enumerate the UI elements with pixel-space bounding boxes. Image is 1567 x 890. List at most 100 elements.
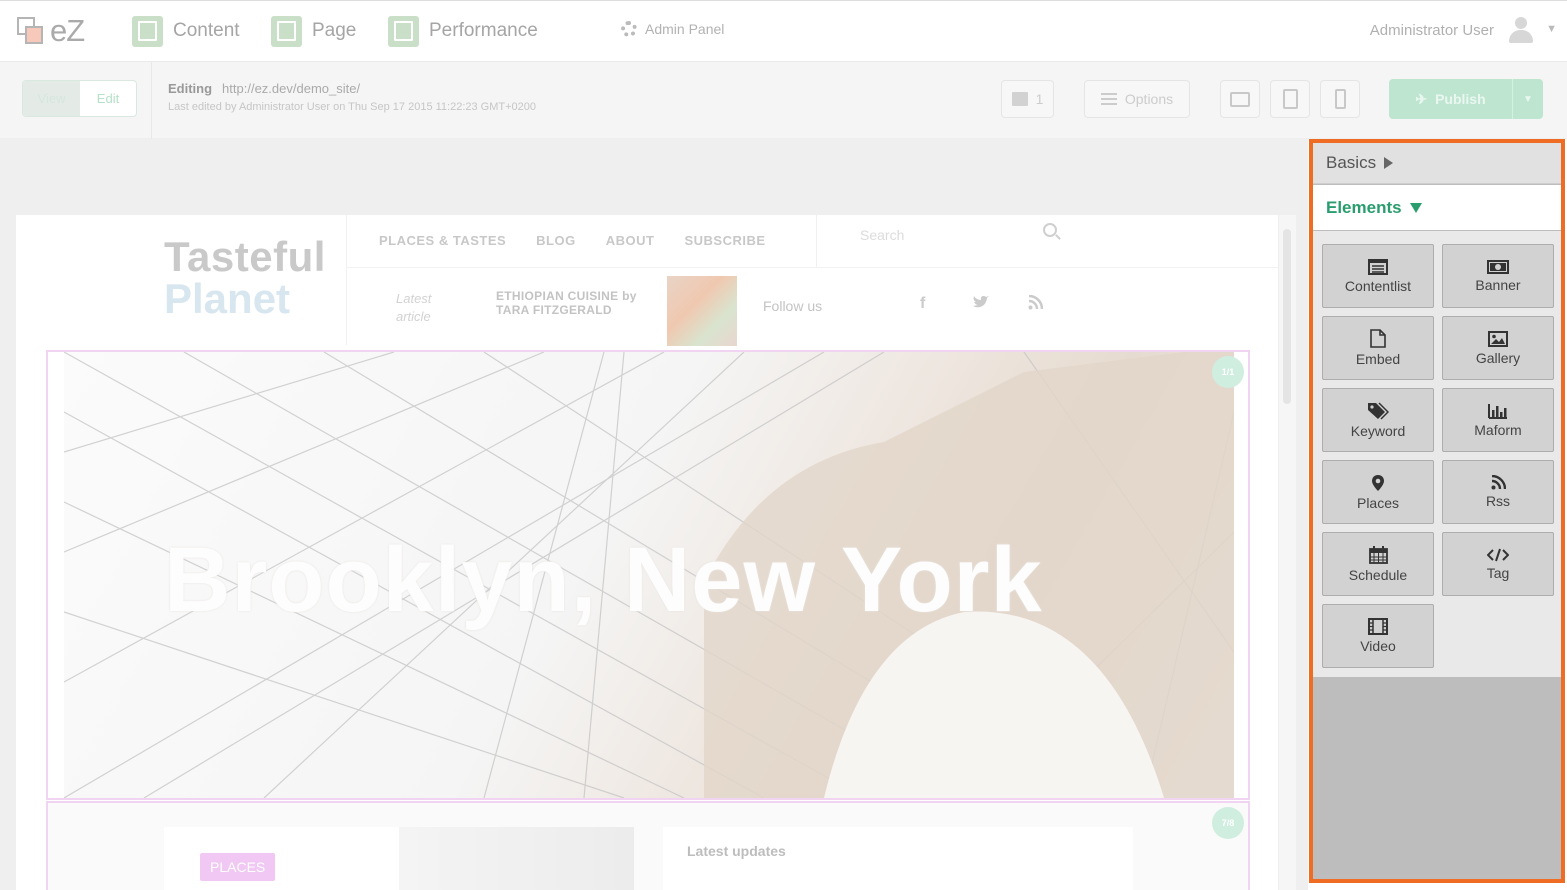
editing-info: Editing http://ez.dev/demo_site/ [168,81,360,96]
site-nav-subscribe[interactable]: SUBSCRIBE [684,233,765,248]
maform-icon [1488,403,1507,419]
caret-right-icon [1384,157,1394,169]
options-button[interactable]: Options [1084,80,1190,118]
brand-line2: Planet [164,275,291,322]
mobile-preview-button[interactable] [1320,80,1360,118]
search-icon[interactable] [1043,223,1057,237]
blocks-sidebar: Basics Elements Contentlist Banner Embed [1309,139,1565,883]
options-label: Options [1124,91,1174,107]
publish-button-group: ✈ Publish ▼ [1389,79,1543,119]
block-tag[interactable]: Tag [1442,532,1554,596]
block-banner[interactable]: Banner [1442,244,1554,308]
gallery-icon [1488,330,1508,347]
block-schedule[interactable]: Schedule [1322,532,1434,596]
latest-article-label: Latest article [396,290,431,326]
drafts-button[interactable]: 1 [1001,80,1054,118]
basics-label: Basics [1326,153,1377,172]
editing-url: http://ez.dev/demo_site/ [222,81,361,96]
brand-line1: Tasteful [164,233,326,280]
tag-icon [1487,548,1509,561]
view-edit-toggle: View Edit [22,80,137,117]
block-places-label: Places [1356,494,1400,511]
preview-scrollbar[interactable] [1278,215,1296,890]
desktop-icon [1230,91,1250,107]
places-card[interactable]: PLACES [164,827,634,890]
block-video[interactable]: Video [1322,604,1434,668]
edit-toolbar: View Edit Editing http://ez.dev/demo_site… [0,62,1567,139]
site-nav-blog[interactable]: BLOG [536,233,576,248]
block-gallery-label: Gallery [1475,349,1521,366]
block-maform[interactable]: Maform [1442,388,1554,452]
latest-article-title[interactable]: ETHIOPIAN CUISINE by TARA FITZGERALD [496,289,646,317]
rss-feed-icon[interactable] [1028,294,1044,315]
latest-label-line1: Latest [396,291,432,306]
places-tag[interactable]: PLACES [200,853,276,881]
block-embed-label: Embed [1355,351,1401,367]
schedule-icon [1368,545,1388,564]
hero-block-badge: 1/1 [1212,356,1244,388]
desktop-preview-button[interactable] [1220,80,1260,118]
page-icon [271,15,302,47]
publish-label: Publish [1435,91,1486,107]
user-menu[interactable]: Administrator User [1370,17,1534,43]
block-schedule-label: Schedule [1348,566,1408,583]
mobile-icon [1334,89,1346,109]
card-photo [399,827,634,890]
hero-image: Brooklyn, New York [64,352,1234,798]
block-video-label: Video [1360,638,1396,654]
admin-panel-label: Admin Panel [645,21,725,37]
ez-logo[interactable]: eZ [17,13,97,48]
divider [346,215,347,345]
block-places[interactable]: Places [1322,460,1434,524]
chevron-down-icon[interactable]: ▼ [1546,23,1557,35]
divider [151,62,152,139]
nav-content-label: Content [173,20,240,41]
avatar [1508,17,1534,43]
caret-down-icon [1409,202,1422,213]
block-rss-label: Rss [1485,493,1511,509]
facebook-icon[interactable]: f [920,295,925,313]
editing-label: Editing [168,81,213,96]
block-contentlist[interactable]: Contentlist [1322,244,1434,308]
block-keyword[interactable]: Keyword [1322,388,1434,452]
hero-block[interactable]: Brooklyn, New York 1/1 [46,350,1250,800]
video-icon [1368,618,1388,635]
publish-button[interactable]: ✈ Publish [1389,91,1512,108]
places-icon [1372,474,1384,491]
content-block[interactable]: PLACES Latest updates 7/8 [46,801,1250,890]
site-nav-about[interactable]: ABOUT [606,233,655,248]
site-search-input[interactable]: Search [860,227,904,243]
contentlist-icon [1368,258,1388,275]
nav-page[interactable]: Page [271,14,356,48]
twitter-icon[interactable] [972,295,990,315]
elements-section-header[interactable]: Elements [1313,185,1561,230]
site-nav-places[interactable]: PLACES & TASTES [379,233,506,248]
view-button[interactable]: View [23,81,80,116]
nav-content[interactable]: Content [132,14,240,48]
edit-button[interactable]: Edit [80,81,136,116]
divider [346,267,1280,268]
follow-us-label: Follow us [763,298,823,314]
nav-page-label: Page [312,20,357,41]
content-block-badge: 7/8 [1212,807,1244,839]
last-edited-text: Last edited by Administrator User on Thu… [168,101,537,113]
tablet-preview-button[interactable] [1270,80,1310,118]
publish-dropdown-chevron-icon[interactable]: ▼ [1512,79,1543,119]
elements-grid: Contentlist Banner Embed Gallery Keyword… [1313,231,1561,677]
divider [816,215,817,267]
block-maform-label: Maform [1474,421,1522,438]
drawer-icon [1011,92,1028,106]
rocket-icon: ✈ [1415,90,1428,107]
nav-performance[interactable]: Performance [388,14,538,48]
admin-panel-link[interactable]: Admin Panel [621,21,724,37]
block-gallery[interactable]: Gallery [1442,316,1554,380]
top-navigation: eZ Content Page Performance Admin Panel … [0,0,1567,62]
block-embed[interactable]: Embed [1322,316,1434,380]
block-rss[interactable]: Rss [1442,460,1554,524]
menu-icon [1100,93,1117,105]
latest-label-line2: article [396,309,431,324]
block-contentlist-label: Contentlist [1344,277,1412,294]
article-thumbnail [667,276,737,346]
basics-section-header[interactable]: Basics [1313,143,1561,184]
keyword-icon [1368,401,1389,420]
